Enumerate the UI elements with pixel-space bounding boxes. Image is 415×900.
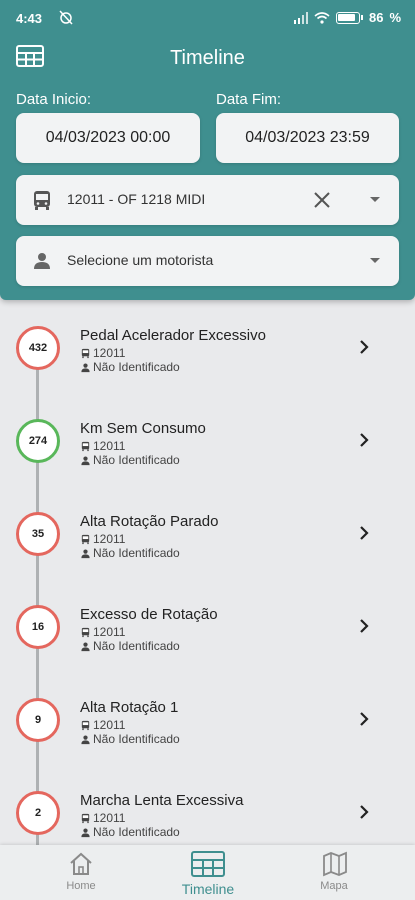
map-icon [323,851,347,877]
end-date-label: Data Fim: [216,91,282,108]
event-driver-name: Não Identificado [93,360,180,374]
event-vehicle-id: 12011 [93,625,126,639]
status-time: 4:43 [16,11,43,26]
battery-percent-sign: % [389,10,401,25]
alarm-off-icon [59,10,73,25]
event-driver: Não Identificado [80,732,180,746]
person-icon [81,735,90,744]
event-title: Alta Rotação 1 [80,699,179,716]
event-count-badge: 16 [16,605,60,649]
event-title: Km Sem Consumo [80,420,206,437]
chevron-right-icon [360,712,369,726]
event-count-badge: 9 [16,698,60,742]
chevron-right-icon [360,619,369,633]
event-driver-name: Não Identificado [93,546,180,560]
bus-icon [81,627,90,637]
event-count-badge: 35 [16,512,60,556]
nav-timeline-label: Timeline [181,881,235,897]
event-vehicle: 12011 [80,811,125,825]
timeline-item[interactable]: 274 Km Sem Consumo 12011 Não Identificad… [0,419,415,499]
caret-down-icon[interactable] [370,258,380,263]
event-vehicle: 12011 [80,439,125,453]
page-title: Timeline [170,47,245,69]
event-driver: Não Identificado [80,546,180,560]
chevron-right-icon [360,526,369,540]
nav-timeline[interactable]: Timeline [139,845,277,900]
event-driver: Não Identificado [80,825,180,839]
event-driver: Não Identificado [80,360,180,374]
event-count-badge: 432 [16,326,60,370]
event-vehicle: 12011 [80,532,125,546]
event-count-badge: 2 [16,791,60,835]
vehicle-select-value: 12011 - OF 1218 MIDI [67,191,206,207]
bottom-navigation: Home Timeline Mapa [0,845,415,900]
timeline-item[interactable]: 432 Pedal Acelerador Excessivo 12011 Não… [0,326,415,406]
end-date-field[interactable]: 04/03/2023 23:59 [216,113,399,163]
caret-down-icon[interactable] [370,197,380,202]
nav-map[interactable]: Mapa [265,845,403,900]
start-date-label: Data Inicio: [16,91,92,108]
event-driver-name: Não Identificado [93,453,180,467]
event-title: Pedal Acelerador Excessivo [80,327,266,344]
vehicle-select[interactable]: 12011 - OF 1218 MIDI [16,175,399,225]
chevron-right-icon [360,340,369,354]
wifi-icon [314,11,330,24]
bus-icon [34,191,50,210]
event-driver: Não Identificado [80,453,180,467]
table-icon [191,851,225,877]
battery-level: 86 [368,10,384,25]
battery-tip [360,15,363,20]
event-count-badge: 274 [16,419,60,463]
event-title: Excesso de Rotação [80,606,218,623]
signal-icon [293,11,308,24]
event-driver: Não Identificado [80,639,180,653]
event-title: Alta Rotação Parado [80,513,219,530]
home-icon [70,852,92,875]
event-vehicle-id: 12011 [93,346,126,360]
start-date-field[interactable]: 04/03/2023 00:00 [16,113,200,163]
bus-icon [81,534,90,544]
event-vehicle-id: 12011 [93,439,126,453]
bus-icon [81,813,90,823]
person-icon [81,828,90,837]
timeline-item[interactable]: 16 Excesso de Rotação 12011 Não Identifi… [0,605,415,685]
battery-icon [335,11,360,24]
event-vehicle-id: 12011 [93,532,126,546]
event-vehicle: 12011 [80,718,125,732]
person-icon [81,549,90,558]
bus-icon [81,720,90,730]
event-vehicle-id: 12011 [93,718,126,732]
event-vehicle-id: 12011 [93,811,126,825]
person-icon [34,253,50,269]
event-driver-name: Não Identificado [93,732,180,746]
driver-select[interactable]: Selecione um motorista [16,236,399,286]
timeline-item[interactable]: 9 Alta Rotação 1 12011 Não Identificado [0,698,415,778]
event-driver-name: Não Identificado [93,639,180,653]
status-icons: 86% [293,10,401,25]
event-driver-name: Não Identificado [93,825,180,839]
header: 4:43 86% Timeline Data Inicio: Data Fim:… [0,0,415,300]
status-bar: 4:43 86% [0,0,415,36]
chevron-right-icon [360,433,369,447]
event-vehicle: 12011 [80,625,125,639]
chevron-right-icon [360,805,369,819]
nav-home[interactable]: Home [12,845,150,900]
close-icon[interactable] [311,189,333,211]
nav-home-label: Home [66,880,96,892]
person-icon [81,456,90,465]
timeline-item[interactable]: 35 Alta Rotação Parado 12011 Não Identif… [0,512,415,592]
person-icon [81,642,90,651]
bus-icon [81,441,90,451]
person-icon [81,363,90,372]
bus-icon [81,348,90,358]
driver-select-placeholder: Selecione um motorista [67,252,214,268]
event-vehicle: 12011 [80,346,125,360]
event-title: Marcha Lenta Excessiva [80,792,244,809]
nav-map-label: Mapa [320,880,348,892]
